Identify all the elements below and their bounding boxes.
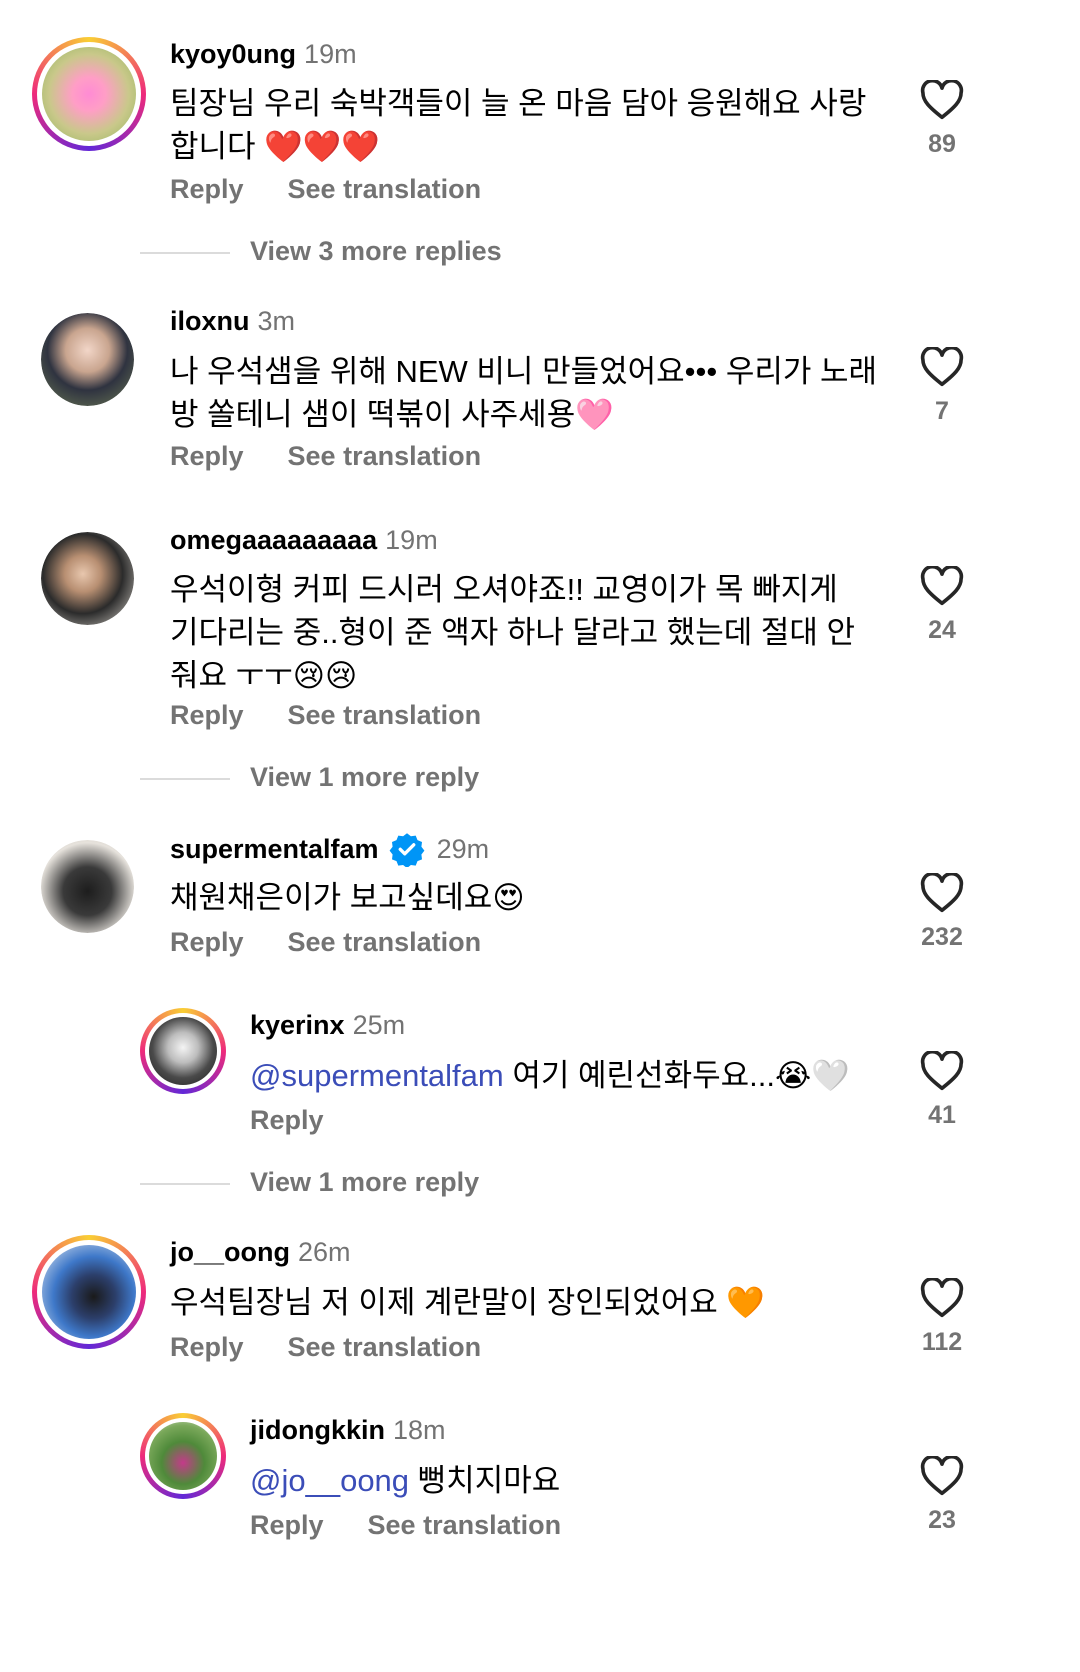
comment-actions: Reply See translation [250, 1509, 561, 1541]
avatar[interactable] [41, 532, 134, 625]
like-button[interactable]: 7 [912, 347, 972, 426]
divider-line [140, 1182, 230, 1185]
heart-outline-icon [920, 873, 964, 913]
like-button[interactable]: 41 [912, 1051, 972, 1130]
heart-outline-icon [920, 80, 964, 120]
see-translation-button[interactable]: See translation [288, 926, 482, 958]
comment-meta: supermentalfam 29m [170, 831, 489, 867]
comment-text: 나 우석샘을 위해 NEW 비니 만들었어요••• 우리가 노래방 쏠테니 샘이… [170, 354, 878, 432]
timestamp: 3m [257, 306, 296, 336]
reply-button[interactable]: Reply [170, 440, 244, 472]
comment-actions: Reply [250, 1104, 324, 1136]
avatar[interactable] [41, 840, 134, 933]
comment-text: 채원채은이가 보고싶데요😍 [170, 880, 525, 915]
comment-actions: Reply See translation [170, 926, 481, 958]
see-translation-button[interactable]: See translation [288, 1331, 482, 1363]
reply-button[interactable]: Reply [170, 1331, 244, 1363]
comment-actions: Reply See translation [170, 173, 481, 205]
comment-meta: kyoy0ung 19m [170, 38, 357, 70]
like-count: 7 [935, 397, 949, 425]
reply-button[interactable]: Reply [250, 1104, 324, 1136]
comment-text: @supermentalfam 여기 예린선화두요...😭🤍 [250, 1054, 890, 1097]
timestamp: 19m [385, 525, 438, 555]
like-count: 24 [928, 616, 956, 644]
heart-outline-icon [920, 1278, 964, 1318]
avatar[interactable] [32, 1235, 146, 1349]
heart-outline-icon [920, 347, 964, 387]
like-count: 232 [921, 923, 963, 951]
divider-line [140, 251, 230, 254]
like-button[interactable]: 24 [912, 566, 972, 645]
comment-actions: Reply See translation [170, 699, 481, 731]
avatar[interactable] [32, 37, 146, 151]
username[interactable]: kyoy0ung [170, 39, 296, 69]
view-more-label: View 1 more reply [250, 1167, 480, 1197]
username[interactable]: omegaaaaaaaaa [170, 525, 377, 555]
comment-meta: jidongkkin 18m [250, 1414, 446, 1446]
reply-body: 여기 예린선화두요...😭🤍 [503, 1058, 850, 1093]
reply-button[interactable]: Reply [170, 173, 244, 205]
view-more-replies-button[interactable]: View 1 more reply [140, 762, 479, 793]
avatar[interactable] [140, 1413, 226, 1499]
username[interactable]: jidongkkin [250, 1415, 385, 1445]
heart-outline-icon [920, 1456, 964, 1496]
avatar[interactable] [140, 1008, 226, 1094]
verified-badge-icon [389, 833, 424, 867]
view-more-label: View 1 more reply [250, 762, 480, 792]
see-translation-button[interactable]: See translation [288, 699, 482, 731]
timestamp: 29m [436, 834, 490, 864]
comment-text: @jo__oong 뻥치지마요 [250, 1459, 890, 1502]
reply-body: 뻥치지마요 [409, 1463, 561, 1498]
view-more-replies-button[interactable]: View 3 more replies [140, 236, 502, 267]
timestamp: 18m [393, 1415, 446, 1445]
comment-meta: omegaaaaaaaaa 19m [170, 524, 438, 556]
timestamp: 25m [352, 1010, 406, 1040]
comment-text: 우석이형 커피 드시러 오셔야죠!! 교영이가 목 빠지게 기다리는 중..형이… [170, 572, 856, 693]
comment-actions: Reply See translation [170, 440, 481, 472]
reply-button[interactable]: Reply [170, 699, 244, 731]
see-translation-button[interactable]: See translation [288, 173, 482, 205]
view-more-replies-button[interactable]: View 1 more reply [140, 1167, 479, 1198]
mention-link[interactable]: @jo__oong [250, 1463, 409, 1498]
username[interactable]: jo__oong [170, 1237, 290, 1267]
username[interactable]: supermentalfam [170, 834, 379, 864]
timestamp: 19m [304, 39, 357, 69]
reply-button[interactable]: Reply [170, 926, 244, 958]
username[interactable]: kyerinx [250, 1010, 345, 1040]
comment-meta: iloxnu 3m [170, 305, 295, 337]
view-more-label: View 3 more replies [250, 236, 502, 266]
like-button[interactable]: 23 [912, 1456, 972, 1535]
comment-meta: kyerinx 25m [250, 1009, 405, 1041]
heart-outline-icon [920, 566, 964, 606]
like-button[interactable]: 232 [912, 873, 972, 952]
like-count: 23 [928, 1506, 956, 1534]
comment-text: 우석팀장님 저 이제 계란말이 장인되었어요 🧡 [170, 1285, 766, 1320]
heart-outline-icon [920, 1051, 964, 1091]
reply-button[interactable]: Reply [250, 1509, 324, 1541]
comment-text: 팀장님 우리 숙박객들이 늘 온 마음 담아 응원해요 사랑합니다 ❤️❤️❤️ [170, 86, 867, 164]
timestamp: 26m [298, 1237, 351, 1267]
divider-line [140, 777, 230, 780]
comment-actions: Reply See translation [170, 1331, 481, 1363]
like-count: 41 [928, 1101, 956, 1129]
mention-link[interactable]: @supermentalfam [250, 1058, 504, 1093]
like-count: 89 [928, 130, 956, 158]
avatar[interactable] [41, 313, 134, 406]
like-count: 112 [921, 1328, 963, 1356]
see-translation-button[interactable]: See translation [288, 440, 482, 472]
like-button[interactable]: 112 [912, 1278, 972, 1357]
username[interactable]: iloxnu [170, 306, 250, 336]
like-button[interactable]: 89 [912, 80, 972, 159]
comment-meta: jo__oong 26m [170, 1236, 351, 1268]
see-translation-button[interactable]: See translation [368, 1509, 562, 1541]
